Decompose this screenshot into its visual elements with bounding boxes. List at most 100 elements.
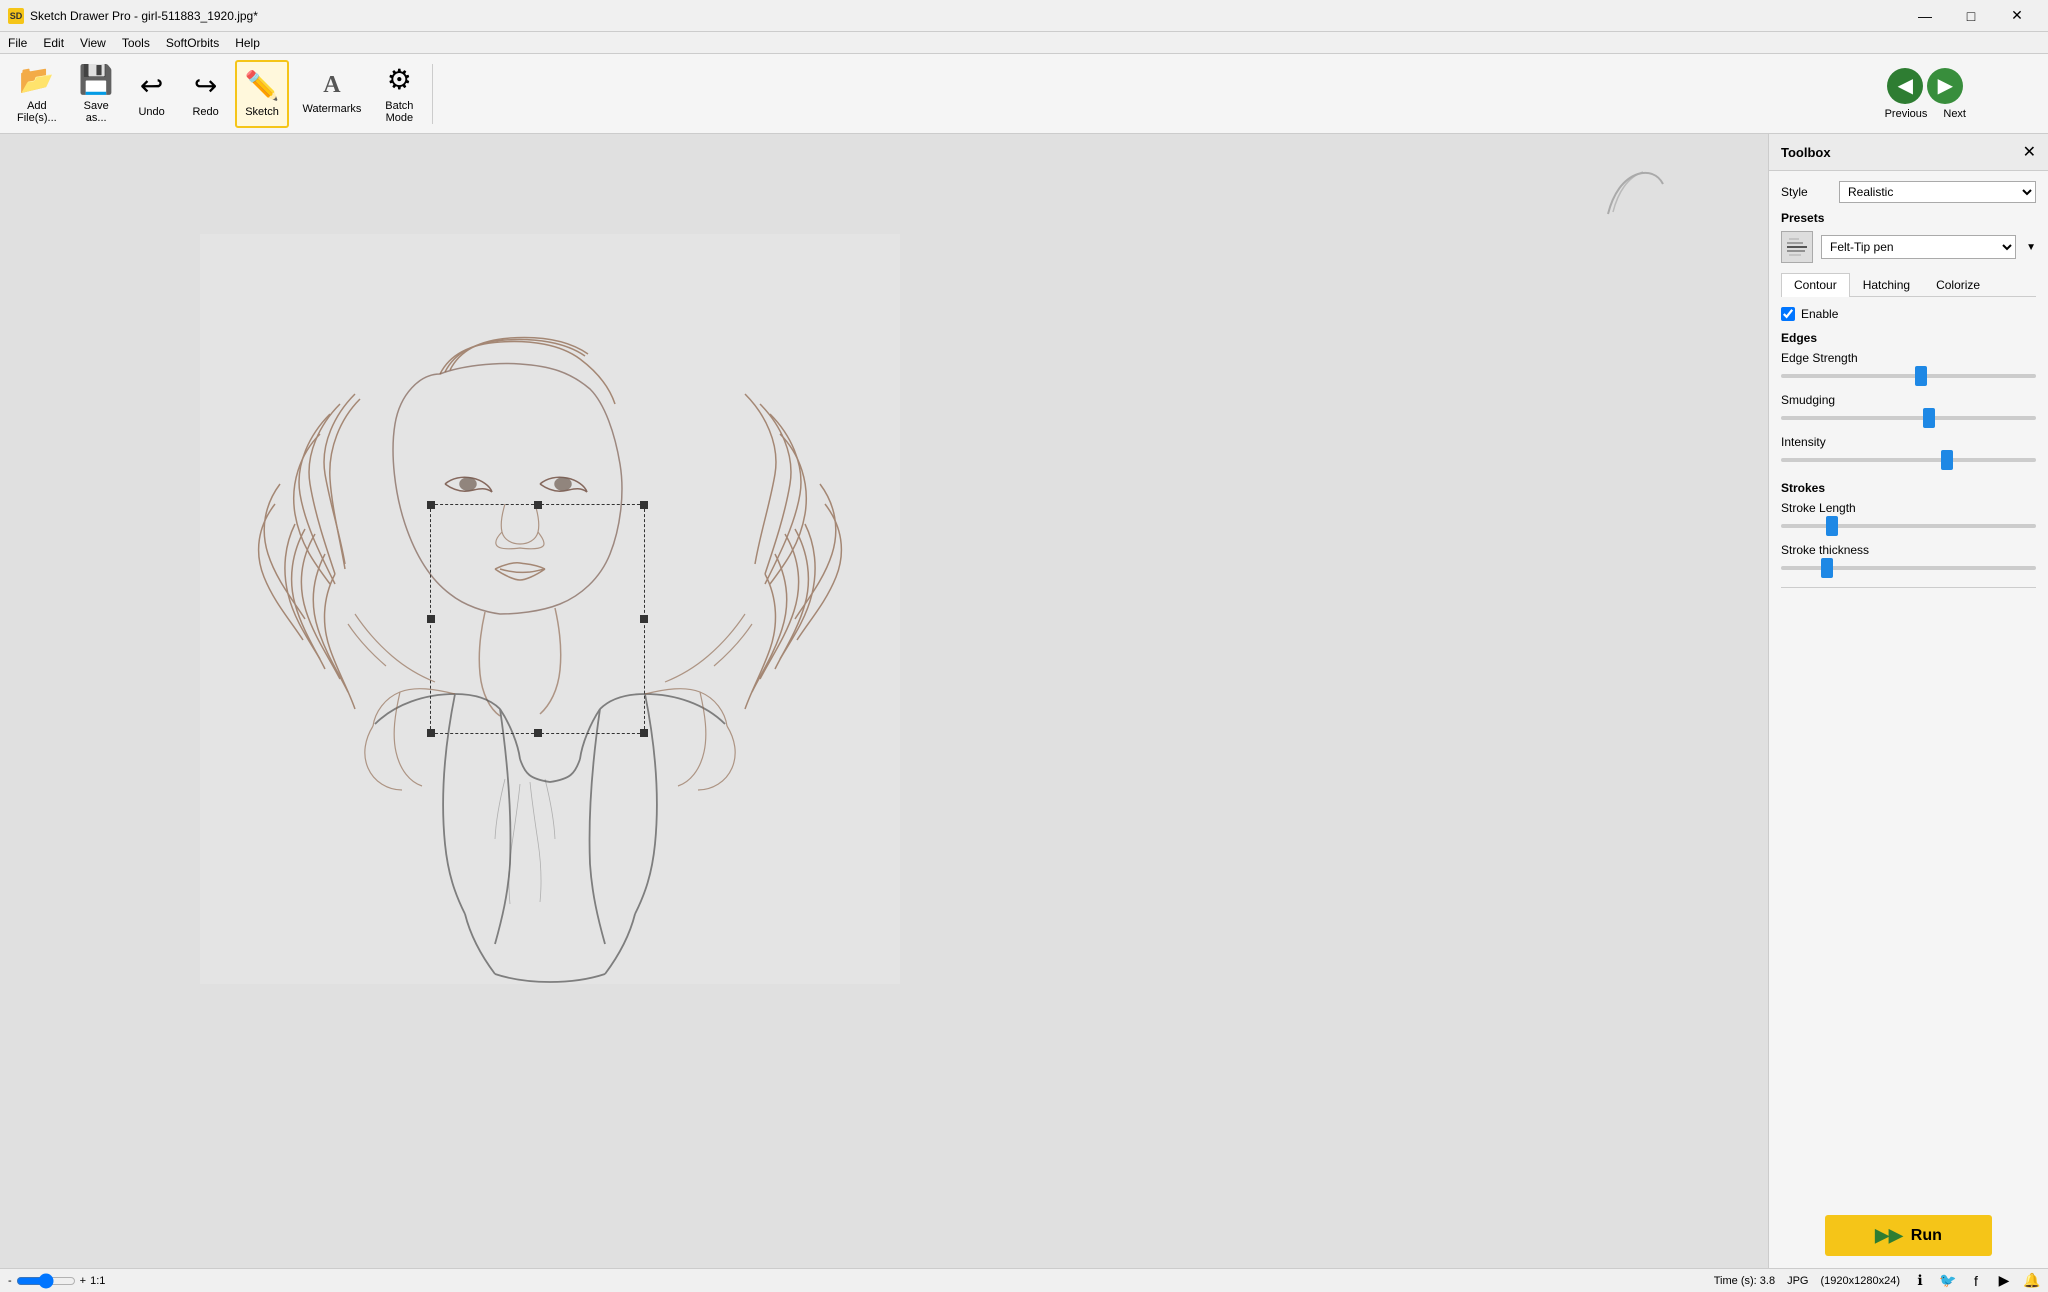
main-area: Toolbox ✕ Style Realistic Presets — [0, 134, 2048, 1268]
status-bar: - + 1:1 Time (s): 3.8 JPG (1920x1280x24)… — [0, 1268, 2048, 1292]
edge-strength-track[interactable] — [1781, 367, 2036, 385]
toolbox-panel: Toolbox ✕ Style Realistic Presets — [1768, 134, 2048, 1268]
previous-button[interactable]: ◀ — [1887, 68, 1923, 104]
play-icon[interactable]: ▶ — [1996, 1273, 2012, 1289]
sketch-image — [200, 234, 900, 984]
twitter-icon[interactable]: 🐦 — [1940, 1273, 1956, 1289]
toolbox-header: Toolbox ✕ — [1769, 134, 2048, 171]
status-zoom: - + 1:1 — [8, 1275, 105, 1287]
stroke-length-thumb[interactable] — [1826, 516, 1838, 536]
redo-button[interactable]: ↪ Redo — [181, 60, 231, 128]
run-btn-container: ▶▶ Run — [1769, 1203, 2048, 1268]
preset-dropdown[interactable]: Felt-Tip pen — [1821, 235, 2016, 259]
strokes-label: Strokes — [1781, 481, 2036, 495]
style-label: Style — [1781, 185, 1831, 199]
stroke-thickness-track[interactable] — [1781, 559, 2036, 577]
corner-sketch — [1588, 154, 1668, 237]
menu-view[interactable]: View — [72, 34, 114, 52]
menu-help[interactable]: Help — [227, 34, 268, 52]
watermarks-icon: A — [323, 72, 340, 99]
intensity-slider-row: Intensity — [1781, 435, 2036, 469]
redo-icon: ↪ — [194, 69, 217, 102]
sketch-button[interactable]: ✏️ Sketch — [235, 60, 290, 128]
stroke-length-slider-row: Stroke Length — [1781, 501, 2036, 535]
next-label: Next — [1943, 108, 1966, 120]
style-dropdown[interactable]: Realistic — [1839, 181, 2036, 203]
toolbox-title: Toolbox — [1781, 145, 1831, 160]
intensity-track[interactable] — [1781, 451, 2036, 469]
stroke-thickness-label: Stroke thickness — [1781, 543, 2036, 557]
undo-button[interactable]: ↩ Undo — [127, 60, 177, 128]
intensity-label: Intensity — [1781, 435, 2036, 449]
stroke-length-track[interactable] — [1781, 517, 2036, 535]
edge-strength-label: Edge Strength — [1781, 351, 2036, 365]
toolbox-divider — [1781, 587, 2036, 588]
tab-hatching[interactable]: Hatching — [1850, 273, 1923, 296]
menu-softorbits[interactable]: SoftOrbits — [158, 34, 227, 52]
watermarks-button[interactable]: A Watermarks — [293, 60, 370, 128]
zoom-plus-icon[interactable]: + — [80, 1275, 86, 1287]
next-button[interactable]: ▶ — [1927, 68, 1963, 104]
zoom-minus-icon[interactable]: - — [8, 1275, 12, 1287]
smudging-label: Smudging — [1781, 393, 2036, 407]
facebook-icon[interactable]: f — [1968, 1273, 1984, 1289]
smudging-thumb[interactable] — [1923, 408, 1935, 428]
smudging-track[interactable] — [1781, 409, 2036, 427]
redo-label: Redo — [192, 106, 218, 118]
edge-strength-thumb[interactable] — [1915, 366, 1927, 386]
toolbar-nav: ◀ ▶ Previous Next — [1885, 68, 1966, 120]
zoom-value: 1:1 — [90, 1275, 105, 1287]
maximize-button[interactable]: □ — [1948, 0, 1994, 32]
menu-tools[interactable]: Tools — [114, 34, 158, 52]
status-right: Time (s): 3.8 JPG (1920x1280x24) ℹ 🐦 f ▶… — [1714, 1273, 2040, 1289]
minimize-button[interactable]: — — [1902, 0, 1948, 32]
tab-colorize[interactable]: Colorize — [1923, 273, 1993, 296]
info-icon[interactable]: ℹ — [1912, 1273, 1928, 1289]
notification-icon[interactable]: 🔔 — [2024, 1273, 2040, 1289]
run-arrow-icon: ▶▶ — [1875, 1225, 1903, 1246]
add-files-button[interactable]: 📂 AddFile(s)... — [8, 60, 66, 128]
edge-strength-slider-row: Edge Strength — [1781, 351, 2036, 385]
title-bar: SD Sketch Drawer Pro - girl-511883_1920.… — [0, 0, 2048, 32]
title-bar-controls: — □ ✕ — [1902, 0, 2040, 32]
toolbox-tabs: Contour Hatching Colorize — [1781, 273, 2036, 297]
watermarks-label: Watermarks — [302, 103, 361, 115]
edge-strength-bg — [1781, 374, 2036, 378]
sketch-label: Sketch — [245, 106, 279, 118]
title-bar-left: SD Sketch Drawer Pro - girl-511883_1920.… — [8, 8, 258, 24]
undo-icon: ↩ — [140, 69, 163, 102]
run-button[interactable]: ▶▶ Run — [1825, 1215, 1992, 1256]
smudging-slider-row: Smudging — [1781, 393, 2036, 427]
canvas-background — [0, 134, 1768, 1268]
stroke-thickness-thumb[interactable] — [1821, 558, 1833, 578]
menu-edit[interactable]: Edit — [35, 34, 72, 52]
style-row: Style Realistic — [1781, 181, 2036, 203]
enable-label: Enable — [1801, 307, 1838, 321]
enable-row: Enable — [1781, 307, 2036, 321]
edges-label: Edges — [1781, 331, 2036, 345]
dimensions-label: (1920x1280x24) — [1820, 1275, 1900, 1287]
window-title: Sketch Drawer Pro - girl-511883_1920.jpg… — [30, 9, 258, 23]
intensity-thumb[interactable] — [1941, 450, 1953, 470]
preset-icon — [1781, 231, 1813, 263]
save-as-label: Saveas... — [84, 100, 109, 124]
menu-bar: File Edit View Tools SoftOrbits Help — [0, 32, 2048, 54]
menu-file[interactable]: File — [0, 34, 35, 52]
add-files-icon: 📂 — [19, 63, 54, 96]
time-label: Time (s): 3.8 — [1714, 1275, 1775, 1287]
stroke-thickness-bg — [1781, 566, 2036, 570]
canvas-area[interactable] — [0, 134, 1768, 1268]
batch-mode-button[interactable]: ⚙ BatchMode — [374, 60, 424, 128]
zoom-slider[interactable] — [16, 1275, 76, 1287]
enable-checkbox[interactable] — [1781, 307, 1795, 321]
tab-contour[interactable]: Contour — [1781, 273, 1850, 297]
toolbox-close-button[interactable]: ✕ — [2023, 142, 2036, 162]
previous-label: Previous — [1885, 108, 1928, 120]
sketch-icon: ✏️ — [245, 69, 280, 102]
toolbox-body: Style Realistic Presets — [1769, 171, 2048, 1203]
close-button[interactable]: ✕ — [1994, 0, 2040, 32]
save-as-button[interactable]: 💾 Saveas... — [70, 60, 123, 128]
preset-dropdown-arrow[interactable]: ▼ — [2026, 242, 2036, 253]
nav-labels: Previous Next — [1885, 108, 1966, 120]
smudging-bg — [1781, 416, 2036, 420]
